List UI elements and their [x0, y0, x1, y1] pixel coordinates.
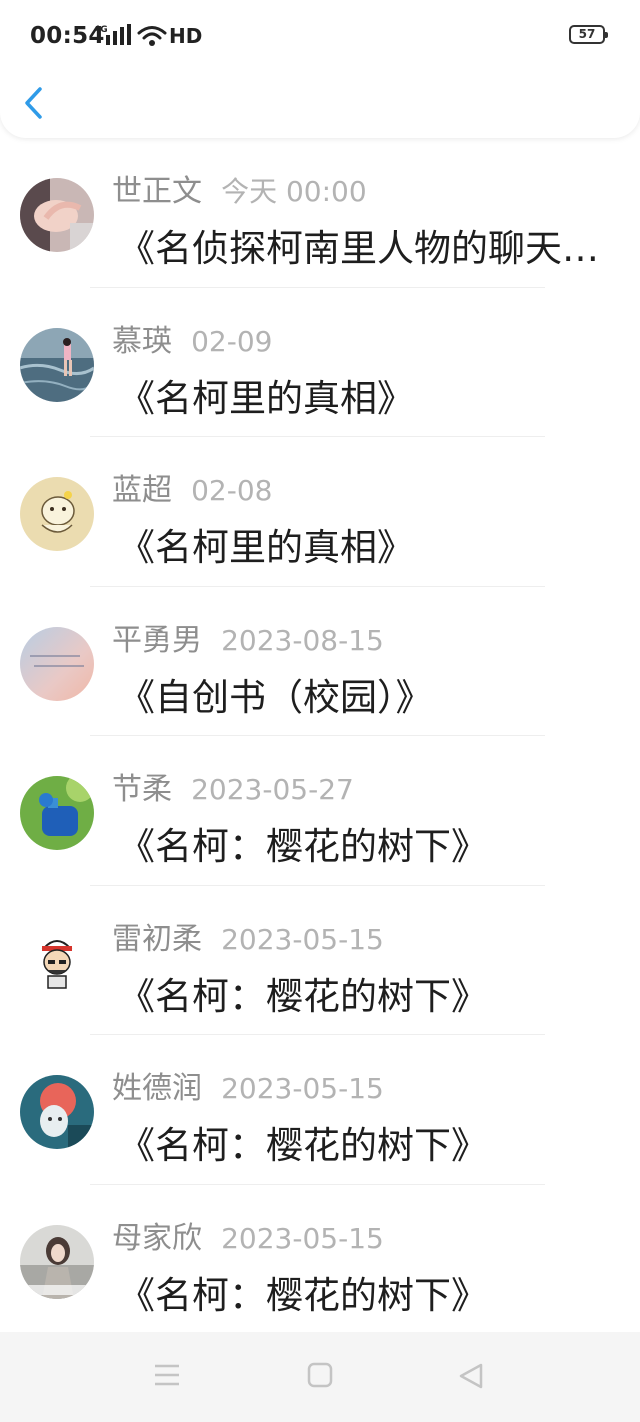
message-title: 《名侦探柯南里人物的聊天群》: [118, 227, 618, 270]
list-item[interactable]: 母家欣 2023-05-15 《名柯：樱花的树下》: [0, 1185, 640, 1335]
back-triangle-icon: [459, 1363, 483, 1389]
message-title: 《名柯：樱花的树下》: [118, 1273, 488, 1317]
conversation-list: 世正文 今天 00:00 《名侦探柯南里人物的聊天群》 慕瑛 02-09 《名柯…: [0, 138, 640, 1334]
sender-name: 姓德润: [112, 1071, 202, 1106]
sender-name: 母家欣: [112, 1220, 202, 1256]
home-button[interactable]: [307, 1362, 333, 1392]
sender-name: 平勇男: [112, 622, 202, 658]
list-item[interactable]: 蓝超 02-08 《名柯里的真相》: [0, 437, 640, 587]
sender-name: 慕瑛: [112, 323, 172, 359]
message-title: 《名柯：樱花的树下》: [118, 825, 488, 868]
back-button[interactable]: [18, 80, 58, 126]
message-title: 《名柯：樱花的树下》: [118, 974, 488, 1018]
hd-label: HD: [169, 24, 203, 48]
sender-name: 蓝超: [112, 473, 172, 508]
message-date: 2023-05-15: [221, 1221, 384, 1255]
item-meta: 雷初柔 2023-05-15: [112, 914, 384, 958]
list-item[interactable]: 世正文 今天 00:00 《名侦探柯南里人物的聊天群》: [0, 138, 640, 288]
battery-level: 57: [578, 27, 596, 41]
list-item[interactable]: 节柔 2023-05-27 《名柯：樱花的树下》: [0, 736, 640, 886]
menu-button[interactable]: [153, 1362, 181, 1392]
avatar[interactable]: [20, 327, 94, 402]
system-back-button[interactable]: [457, 1362, 485, 1394]
battery-icon: 57: [569, 25, 608, 44]
message-date: 02-09: [191, 324, 273, 358]
avatar[interactable]: [20, 925, 94, 1000]
message-title: 《名柯里的真相》: [118, 526, 414, 569]
item-meta: 世正文 今天 00:00: [112, 166, 367, 210]
sender-name: 雷初柔: [112, 921, 202, 957]
message-date: 2023-08-15: [221, 623, 384, 657]
item-meta: 蓝超 02-08: [112, 465, 272, 509]
message-date: 今天 00:00: [221, 175, 367, 208]
item-meta: 母家欣 2023-05-15: [112, 1213, 384, 1257]
avatar[interactable]: [20, 1224, 94, 1299]
navigation-bar: [0, 1332, 640, 1422]
message-date: 2023-05-15: [221, 922, 384, 956]
message-title: 《名柯：樱花的树下》: [118, 1124, 488, 1167]
sender-name: 世正文: [112, 174, 202, 209]
wifi-icon: [137, 26, 167, 46]
list-item[interactable]: 慕瑛 02-09 《名柯里的真相》: [0, 288, 640, 437]
avatar[interactable]: [20, 776, 94, 850]
list-item[interactable]: 雷初柔 2023-05-15 《名柯：樱花的树下》: [0, 886, 640, 1035]
header: 00:54 4G HD 57: [0, 0, 640, 138]
item-meta: 平勇男 2023-08-15: [112, 615, 384, 659]
avatar[interactable]: [20, 477, 94, 551]
item-meta: 慕瑛 02-09: [112, 316, 272, 360]
message-date: 2023-05-27: [191, 773, 354, 806]
chevron-left-icon: [25, 87, 42, 119]
sender-name: 节柔: [112, 772, 172, 807]
avatar[interactable]: [20, 178, 94, 252]
avatar[interactable]: [20, 1075, 94, 1149]
message-date: 2023-05-15: [221, 1072, 384, 1105]
status-bar: 00:54 4G HD 57: [0, 0, 640, 72]
menu-icon: [155, 1364, 179, 1386]
message-title: 《名柯里的真相》: [118, 376, 414, 420]
item-meta: 姓德润 2023-05-15: [112, 1063, 384, 1107]
list-item[interactable]: 平勇男 2023-08-15 《自创书（校园）》: [0, 587, 640, 736]
network-label: 4G: [94, 25, 108, 35]
message-title: 《自创书（校园）》: [118, 675, 433, 719]
signal-4g-icon: 4G: [94, 24, 131, 45]
home-square-icon: [307, 1362, 333, 1388]
item-meta: 节柔 2023-05-27: [112, 764, 354, 808]
avatar[interactable]: [20, 626, 94, 701]
list-item[interactable]: 姓德润 2023-05-15 《名柯：樱花的树下》: [0, 1035, 640, 1185]
message-date: 02-08: [191, 474, 273, 507]
